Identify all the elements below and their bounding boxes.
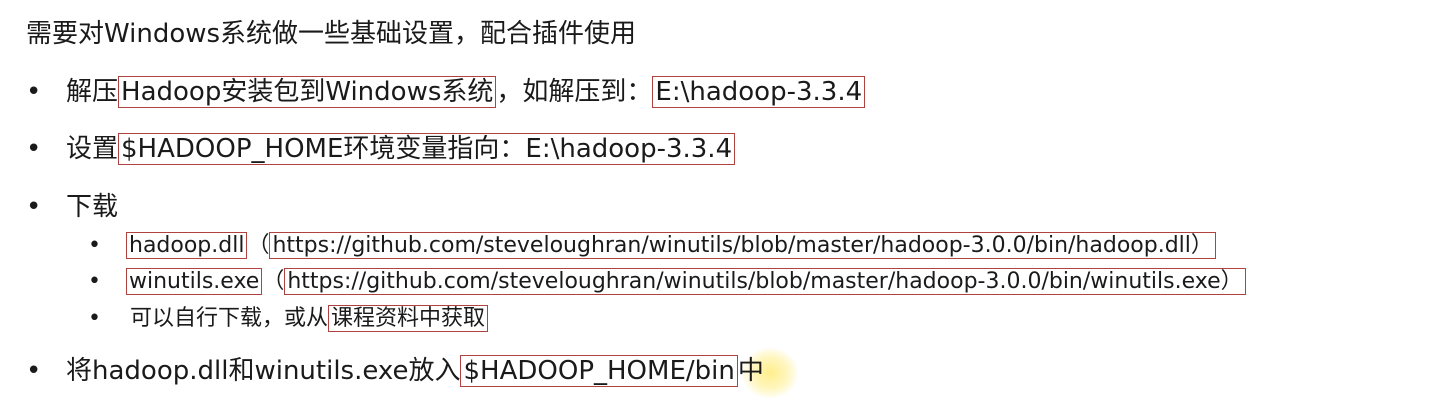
sub-item-winutils: winutils.exe （https://github.com/stevelou…: [126, 267, 1246, 297]
sub-item-winutils-open: （: [262, 269, 285, 294]
sub-item-course-material-prefix: 可以自行下载，或从: [130, 306, 329, 331]
bullet-2: •: [26, 134, 42, 164]
item-unzip-middle: ，如解压到：: [496, 77, 653, 107]
sub-item-hadoop-dll-url[interactable]: https://github.com/steveloughran/winutil…: [269, 232, 1216, 259]
item-unzip-box-path: E:\hadoop-3.3.4: [652, 76, 866, 108]
item-place-files-prefix: 将hadoop.dll和winutils.exe放入: [66, 356, 461, 386]
item-download: 下载: [66, 189, 118, 225]
item-unzip-box-package: Hadoop安装包到Windows系统: [118, 76, 497, 108]
item-set-env: 设置 $HADOOP_HOME环境变量指向：E:\hadoop-3.3.4: [66, 131, 736, 167]
sub-item-winutils-box: winutils.exe: [126, 268, 263, 295]
sub-item-hadoop-dll-box: hadoop.dll: [126, 232, 248, 259]
item-download-label: 下载: [66, 192, 119, 222]
sub-item-course-material: 可以自行下载，或从 课程资料中获取: [130, 304, 489, 334]
intro-text: 需要对Windows系统做一些基础设置，配合插件使用: [26, 16, 636, 52]
intro-label: 需要对Windows系统做一些基础设置，配合插件使用: [26, 19, 637, 49]
sub-bullet-3: •: [88, 306, 101, 331]
item-place-files-box: $HADOOP_HOME/bin: [460, 355, 738, 387]
item-place-files-suffix: 中: [737, 356, 764, 386]
item-unzip-prefix: 解压: [66, 77, 119, 107]
item-set-env-box: $HADOOP_HOME环境变量指向：E:\hadoop-3.3.4: [118, 133, 736, 165]
item-set-env-prefix: 设置: [66, 134, 119, 164]
bullet-4: •: [26, 356, 42, 386]
item-place-files: 将hadoop.dll和winutils.exe放入 $HADOOP_HOME/b…: [66, 353, 764, 389]
sub-bullet-2: •: [88, 269, 101, 294]
sub-item-hadoop-dll: hadoop.dll （https://github.com/stevelough…: [126, 231, 1216, 261]
sub-item-hadoop-dll-open: （: [247, 233, 270, 258]
sub-bullet-1: •: [88, 233, 101, 258]
bullet-1: •: [26, 77, 42, 107]
bullet-3: •: [26, 192, 42, 222]
sub-item-course-material-box: 课程资料中获取: [328, 305, 489, 332]
item-unzip: 解压 Hadoop安装包到Windows系统 ，如解压到： E:\hadoop-3.3…: [66, 74, 866, 110]
sub-item-winutils-url[interactable]: https://github.com/steveloughran/winutil…: [284, 268, 1246, 295]
